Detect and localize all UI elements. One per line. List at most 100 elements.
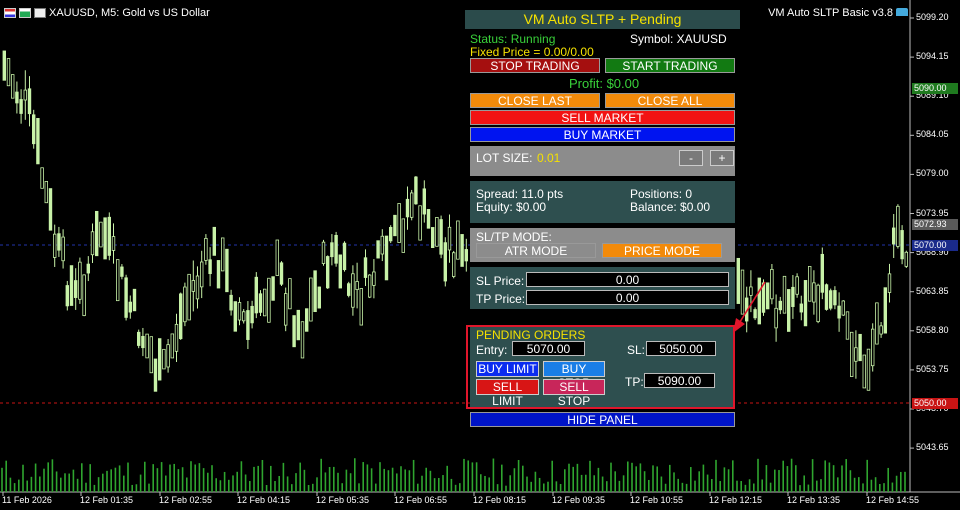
tp-price-input[interactable]: 0.00 bbox=[526, 290, 729, 305]
candle bbox=[414, 176, 418, 205]
candle bbox=[212, 226, 216, 256]
price-tag: 5050.00 bbox=[912, 398, 958, 409]
candle bbox=[132, 288, 137, 312]
candle bbox=[837, 305, 841, 319]
candle bbox=[216, 260, 221, 289]
candle bbox=[187, 273, 191, 321]
candle bbox=[862, 354, 866, 389]
price-tag: 5070.00 bbox=[912, 240, 958, 251]
candle bbox=[435, 217, 439, 247]
candle bbox=[61, 236, 65, 262]
candle bbox=[766, 282, 770, 310]
candle bbox=[283, 293, 288, 326]
buy-market-button[interactable]: BUY MARKET bbox=[470, 127, 735, 142]
candle bbox=[346, 283, 351, 296]
time-label: 11 Feb 2026 bbox=[2, 495, 52, 505]
candle bbox=[871, 328, 875, 367]
chart-window-icon[interactable] bbox=[19, 8, 31, 18]
candle bbox=[183, 286, 187, 323]
candle bbox=[27, 88, 32, 115]
candle bbox=[32, 114, 36, 145]
hide-panel-button[interactable]: HIDE PANEL bbox=[470, 412, 735, 427]
start-trading-button[interactable]: START TRADING bbox=[605, 58, 735, 73]
candle bbox=[451, 252, 456, 277]
candle bbox=[854, 347, 858, 362]
candle bbox=[74, 280, 78, 298]
lot-size-value[interactable]: 0.01 bbox=[537, 151, 560, 165]
candle bbox=[841, 300, 845, 316]
candle bbox=[342, 242, 347, 271]
candle bbox=[99, 221, 103, 248]
candle bbox=[820, 253, 824, 293]
candle bbox=[887, 273, 892, 293]
candle bbox=[120, 266, 124, 277]
candle bbox=[397, 203, 401, 243]
panel-title: VM Auto SLTP + Pending bbox=[465, 10, 740, 29]
close-last-button[interactable]: CLOSE LAST bbox=[470, 93, 600, 108]
time-label: 12 Feb 13:35 bbox=[787, 495, 841, 505]
time-label: 12 Feb 06:55 bbox=[394, 495, 448, 505]
candle bbox=[174, 323, 179, 352]
candle bbox=[338, 254, 342, 289]
candle bbox=[409, 192, 414, 218]
candle bbox=[317, 286, 321, 309]
time-label: 12 Feb 05:35 bbox=[316, 495, 370, 505]
sl-price-input[interactable]: 0.00 bbox=[526, 272, 729, 287]
candle bbox=[19, 99, 23, 114]
lot-increase-button[interactable]: + bbox=[710, 150, 734, 166]
atr-mode-button[interactable]: ATR MODE bbox=[476, 243, 596, 258]
price-label: 5099.20 bbox=[916, 12, 949, 22]
fixed-price-text: Fixed Price = 0.00/0.00 bbox=[470, 45, 594, 59]
balance-text: Balance: $0.00 bbox=[630, 200, 711, 214]
candle bbox=[858, 333, 862, 362]
sell-market-button[interactable]: SELL MARKET bbox=[470, 110, 735, 125]
price-tag: 5072.93 bbox=[912, 219, 958, 230]
candle bbox=[6, 58, 11, 87]
candle bbox=[195, 275, 200, 300]
candle bbox=[456, 220, 460, 260]
candle bbox=[422, 188, 426, 215]
candle bbox=[330, 242, 334, 258]
candle bbox=[418, 205, 422, 241]
candle bbox=[57, 233, 61, 251]
price-label: 5058.80 bbox=[916, 324, 949, 335]
candle bbox=[774, 307, 778, 329]
candle bbox=[464, 249, 468, 262]
candle bbox=[816, 284, 820, 323]
candle bbox=[90, 231, 95, 256]
candle bbox=[829, 290, 833, 309]
menu-icon[interactable] bbox=[4, 8, 16, 18]
close-all-button[interactable]: CLOSE ALL bbox=[605, 93, 735, 108]
candle bbox=[803, 280, 808, 327]
restore-window-icon[interactable] bbox=[34, 8, 46, 18]
candle bbox=[10, 74, 15, 99]
sltp-mode-label: SL/TP MODE: bbox=[476, 230, 552, 244]
candle bbox=[904, 251, 908, 267]
candle bbox=[149, 336, 153, 374]
stop-trading-button[interactable]: STOP TRADING bbox=[470, 58, 600, 73]
candle bbox=[103, 217, 107, 260]
price-label: 5079.00 bbox=[916, 168, 949, 179]
candle bbox=[367, 274, 372, 298]
candle bbox=[304, 308, 309, 332]
candle bbox=[309, 277, 313, 322]
time-label: 12 Feb 01:35 bbox=[80, 495, 134, 505]
price-mode-button[interactable]: PRICE MODE bbox=[602, 243, 722, 258]
candle bbox=[279, 262, 284, 285]
candle bbox=[241, 311, 246, 322]
candle bbox=[384, 235, 389, 281]
candle bbox=[325, 256, 330, 289]
lot-decrease-button[interactable]: - bbox=[679, 150, 703, 166]
candle bbox=[393, 214, 397, 237]
expert-advisor-label[interactable]: VM Auto SLTP Basic v3.8 bbox=[768, 7, 908, 19]
candle bbox=[107, 216, 111, 256]
candle bbox=[401, 218, 405, 253]
price-label: 5043.65 bbox=[916, 442, 949, 453]
candle bbox=[426, 209, 431, 229]
candle bbox=[153, 358, 158, 392]
candle bbox=[258, 293, 263, 313]
candle bbox=[355, 281, 359, 291]
candle bbox=[220, 237, 225, 272]
candle bbox=[82, 274, 86, 316]
symbol-text: Symbol: XAUUSD bbox=[630, 32, 727, 46]
